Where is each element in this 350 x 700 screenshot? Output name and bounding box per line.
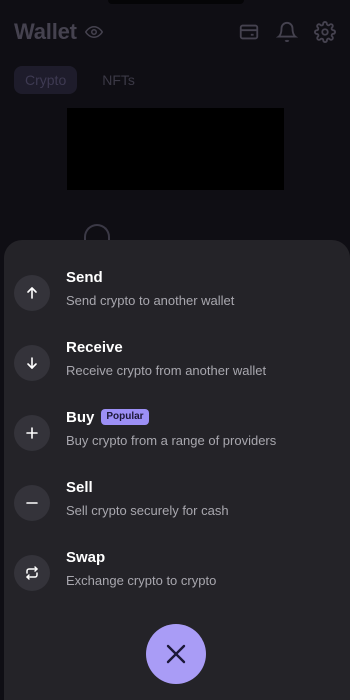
page-title: Wallet [14,19,77,44]
asset-tabs: Crypto NFTs [14,66,146,94]
card-icon [238,21,260,43]
wallet-header: Wallet [14,18,336,46]
action-subtitle: Receive crypto from another wallet [66,363,267,378]
close-button[interactable] [146,624,206,684]
action-subtitle: Send crypto to another wallet [66,293,235,308]
tab-crypto: Crypto [14,66,78,94]
action-title: Send [66,268,103,286]
eye-icon [84,23,103,41]
action-sell[interactable]: Sell Sell crypto securely for cash [14,476,334,530]
balance-redacted-block [67,108,284,190]
action-swap[interactable]: Swap Exchange crypto to crypto [14,546,334,600]
action-subtitle: Exchange crypto to crypto [66,573,217,588]
action-title: Buy [66,408,95,426]
action-subtitle: Buy crypto from a range of providers [66,433,277,448]
popular-badge: Popular [101,409,149,425]
arrow-up-icon [14,275,50,311]
arrow-down-icon [14,345,50,381]
close-icon [165,643,187,665]
device-notch [108,0,244,4]
tab-nfts: NFTs [102,72,135,88]
swap-icon [14,555,50,591]
action-buy[interactable]: Buy Popular Buy crypto from a range of p… [14,406,334,460]
action-send[interactable]: Send Send crypto to another wallet [14,266,334,320]
action-title: Swap [66,548,106,566]
action-title: Receive [66,338,123,356]
gear-icon [314,21,336,43]
action-title: Sell [66,478,93,496]
action-subtitle: Sell crypto securely for cash [66,503,229,518]
plus-icon [14,415,50,451]
minus-icon [14,485,50,521]
bell-icon [276,21,298,43]
action-receive[interactable]: Receive Receive crypto from another wall… [14,336,334,390]
